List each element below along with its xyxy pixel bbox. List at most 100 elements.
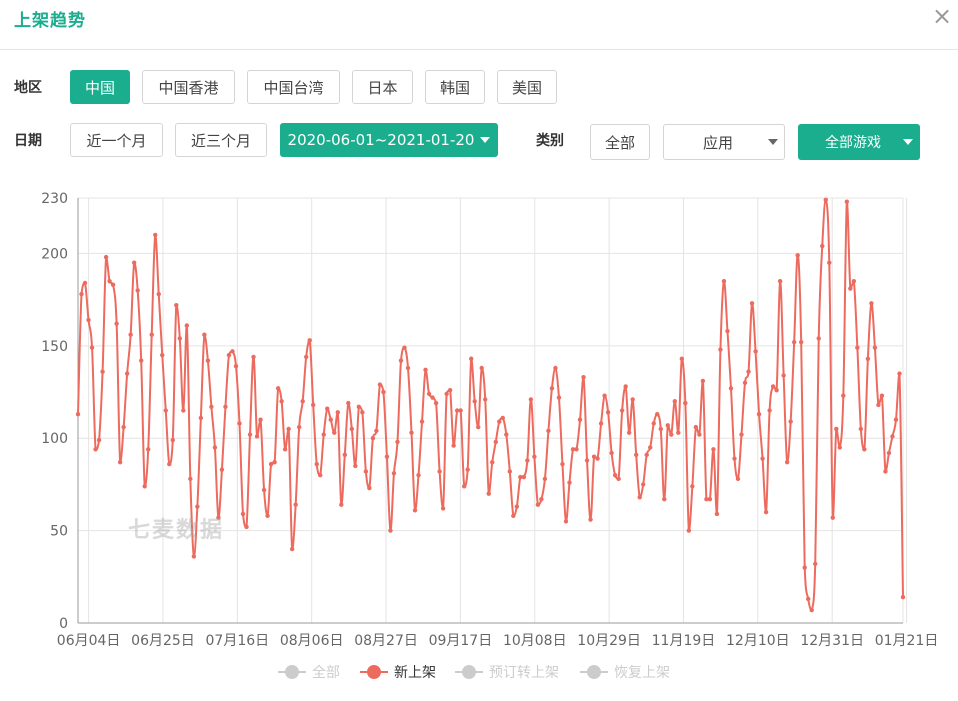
data-point bbox=[416, 472, 421, 478]
data-point bbox=[560, 461, 565, 467]
game-select[interactable]: 全部游戏 bbox=[798, 124, 920, 160]
data-point bbox=[711, 447, 716, 452]
series-line-new-listing bbox=[77, 198, 904, 612]
x-tick-label: 08月27日 bbox=[354, 633, 418, 649]
legend-item-preorder-to-listing[interactable]: 预订转上架 bbox=[455, 660, 559, 684]
data-point bbox=[237, 421, 242, 426]
data-point bbox=[676, 430, 681, 435]
category-all-button[interactable]: 全部 bbox=[590, 124, 650, 160]
data-point bbox=[753, 349, 758, 354]
data-point bbox=[307, 338, 312, 343]
data-point bbox=[388, 528, 393, 533]
data-point bbox=[686, 528, 692, 533]
data-point bbox=[353, 463, 358, 469]
date-label: 日期 bbox=[14, 133, 42, 149]
legend-item-all[interactable]: 全部 bbox=[278, 660, 340, 684]
legend-marker-icon bbox=[360, 660, 388, 684]
data-point bbox=[447, 387, 453, 393]
data-point bbox=[258, 417, 263, 422]
data-point bbox=[370, 436, 376, 441]
data-point bbox=[886, 450, 892, 456]
category-select[interactable]: 应用 bbox=[663, 124, 785, 160]
region-button-korea[interactable]: 韩国 bbox=[425, 70, 485, 104]
data-point bbox=[205, 358, 211, 363]
data-point bbox=[300, 399, 305, 404]
data-point bbox=[110, 282, 116, 288]
region-button-japan[interactable]: 日本 bbox=[352, 70, 413, 104]
data-point bbox=[581, 375, 586, 380]
date-last-three-months-button[interactable]: 近三个月 bbox=[175, 123, 267, 157]
data-point bbox=[806, 596, 811, 602]
region-button-usa[interactable]: 美国 bbox=[497, 70, 557, 104]
data-point bbox=[700, 378, 706, 384]
data-point bbox=[718, 347, 723, 352]
data-point bbox=[363, 469, 369, 474]
data-point bbox=[328, 417, 333, 422]
data-point bbox=[542, 476, 548, 482]
data-point bbox=[707, 497, 713, 502]
data-point bbox=[142, 484, 147, 489]
data-point bbox=[367, 485, 372, 491]
data-point bbox=[690, 484, 695, 489]
close-icon[interactable]: × bbox=[930, 4, 954, 28]
data-point bbox=[732, 456, 737, 461]
data-point bbox=[107, 278, 112, 284]
data-point bbox=[191, 554, 197, 559]
data-point bbox=[160, 352, 165, 358]
data-point bbox=[563, 519, 569, 524]
legend-item-restored-listing[interactable]: 恢复上架 bbox=[580, 660, 670, 684]
region-button-taiwan[interactable]: 中国台湾 bbox=[247, 70, 340, 104]
data-point bbox=[479, 365, 484, 371]
data-point bbox=[124, 371, 130, 376]
data-point bbox=[637, 495, 642, 500]
data-point bbox=[883, 469, 888, 474]
data-point bbox=[296, 424, 302, 430]
data-point bbox=[855, 345, 860, 350]
data-point bbox=[795, 253, 800, 258]
data-point bbox=[791, 339, 797, 345]
date-range-picker[interactable]: 2020-06-01~2021-01-20 bbox=[280, 123, 498, 157]
region-button-hongkong[interactable]: 中国香港 bbox=[142, 70, 235, 104]
data-point bbox=[841, 393, 846, 398]
data-point bbox=[444, 391, 449, 397]
data-point bbox=[202, 332, 207, 337]
data-point bbox=[244, 524, 249, 530]
data-point bbox=[128, 332, 133, 337]
data-point bbox=[226, 352, 232, 358]
data-point bbox=[325, 406, 330, 411]
x-tick-label: 07月16日 bbox=[206, 633, 270, 649]
data-point bbox=[844, 199, 850, 204]
data-point bbox=[549, 386, 555, 391]
dialog-title: 上架趋势 bbox=[14, 11, 86, 31]
data-point bbox=[658, 426, 663, 432]
data-point bbox=[553, 365, 558, 371]
region-button-china[interactable]: 中国 bbox=[70, 70, 130, 104]
x-tick-label: 09月17日 bbox=[429, 633, 493, 649]
data-point bbox=[890, 434, 895, 439]
data-point bbox=[458, 408, 463, 413]
data-point bbox=[809, 607, 814, 613]
data-point bbox=[669, 432, 674, 437]
data-point bbox=[648, 445, 653, 450]
data-point bbox=[374, 428, 379, 434]
data-point bbox=[86, 317, 91, 323]
y-tick-label: 230 bbox=[41, 191, 68, 207]
data-point bbox=[879, 393, 885, 398]
data-point bbox=[209, 404, 214, 409]
data-point bbox=[763, 509, 769, 515]
data-point bbox=[184, 323, 190, 328]
data-point bbox=[195, 504, 200, 509]
x-tick-label: 12月10日 bbox=[726, 633, 790, 649]
data-point bbox=[858, 426, 864, 432]
data-point bbox=[619, 408, 625, 413]
chart-series bbox=[75, 197, 906, 613]
data-point bbox=[289, 546, 295, 552]
data-point bbox=[602, 393, 607, 398]
date-last-month-button[interactable]: 近一个月 bbox=[70, 123, 163, 157]
data-point bbox=[430, 395, 435, 400]
data-point bbox=[827, 260, 832, 265]
data-point bbox=[332, 430, 337, 435]
legend-item-new-listing[interactable]: 新上架 bbox=[360, 660, 436, 684]
data-point bbox=[725, 328, 730, 334]
data-point bbox=[500, 415, 505, 421]
